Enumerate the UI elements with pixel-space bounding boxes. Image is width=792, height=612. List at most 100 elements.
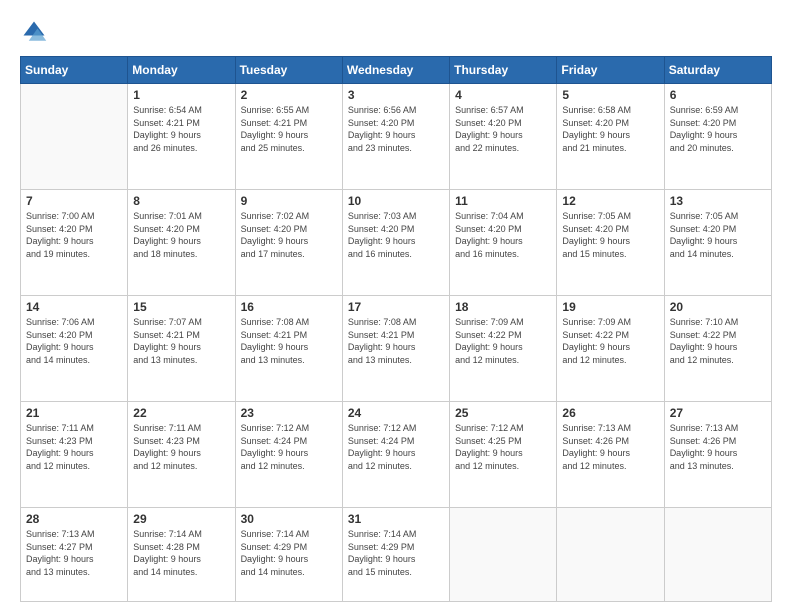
weekday-header-row: SundayMondayTuesdayWednesdayThursdayFrid… bbox=[21, 57, 772, 84]
calendar-cell: 19 Sunrise: 7:09 AM Sunset: 4:22 PM Dayli… bbox=[557, 296, 664, 402]
day-number: 5 bbox=[562, 88, 658, 102]
day-number: 16 bbox=[241, 300, 337, 314]
day-info: Sunrise: 7:01 AM Sunset: 4:20 PM Dayligh… bbox=[133, 210, 229, 260]
page: SundayMondayTuesdayWednesdayThursdayFrid… bbox=[0, 0, 792, 612]
day-number: 2 bbox=[241, 88, 337, 102]
day-number: 23 bbox=[241, 406, 337, 420]
day-info: Sunrise: 7:14 AM Sunset: 4:29 PM Dayligh… bbox=[241, 528, 337, 578]
calendar-cell bbox=[450, 508, 557, 602]
day-info: Sunrise: 7:12 AM Sunset: 4:25 PM Dayligh… bbox=[455, 422, 551, 472]
day-info: Sunrise: 6:56 AM Sunset: 4:20 PM Dayligh… bbox=[348, 104, 444, 154]
day-info: Sunrise: 6:55 AM Sunset: 4:21 PM Dayligh… bbox=[241, 104, 337, 154]
weekday-header-thursday: Thursday bbox=[450, 57, 557, 84]
day-info: Sunrise: 7:11 AM Sunset: 4:23 PM Dayligh… bbox=[26, 422, 122, 472]
calendar-cell: 17 Sunrise: 7:08 AM Sunset: 4:21 PM Dayli… bbox=[342, 296, 449, 402]
day-info: Sunrise: 6:59 AM Sunset: 4:20 PM Dayligh… bbox=[670, 104, 766, 154]
calendar-cell bbox=[557, 508, 664, 602]
day-number: 7 bbox=[26, 194, 122, 208]
calendar-cell: 11Sunrise: 7:04 AM Sunset: 4:20 PM Dayli… bbox=[450, 190, 557, 296]
calendar-cell: 30 Sunrise: 7:14 AM Sunset: 4:29 PM Dayli… bbox=[235, 508, 342, 602]
day-info: Sunrise: 7:13 AM Sunset: 4:26 PM Dayligh… bbox=[562, 422, 658, 472]
weekday-header-monday: Monday bbox=[128, 57, 235, 84]
calendar-cell: 28 Sunrise: 7:13 AM Sunset: 4:27 PM Dayli… bbox=[21, 508, 128, 602]
day-number: 8 bbox=[133, 194, 229, 208]
calendar-cell: 6Sunrise: 6:59 AM Sunset: 4:20 PM Daylig… bbox=[664, 84, 771, 190]
calendar-week-3: 14 Sunrise: 7:06 AM Sunset: 4:20 PM Dayli… bbox=[21, 296, 772, 402]
calendar-cell: 27Sunrise: 7:13 AM Sunset: 4:26 PM Dayli… bbox=[664, 402, 771, 508]
day-info: Sunrise: 7:12 AM Sunset: 4:24 PM Dayligh… bbox=[241, 422, 337, 472]
day-number: 28 bbox=[26, 512, 122, 526]
calendar-cell bbox=[664, 508, 771, 602]
day-info: Sunrise: 7:14 AM Sunset: 4:28 PM Dayligh… bbox=[133, 528, 229, 578]
calendar-cell: 29 Sunrise: 7:14 AM Sunset: 4:28 PM Dayli… bbox=[128, 508, 235, 602]
day-info: Sunrise: 7:12 AM Sunset: 4:24 PM Dayligh… bbox=[348, 422, 444, 472]
calendar-cell: 13 Sunrise: 7:05 AM Sunset: 4:20 PM Dayli… bbox=[664, 190, 771, 296]
day-info: Sunrise: 7:07 AM Sunset: 4:21 PM Dayligh… bbox=[133, 316, 229, 366]
day-info: Sunrise: 7:13 AM Sunset: 4:27 PM Dayligh… bbox=[26, 528, 122, 578]
logo-icon bbox=[20, 18, 48, 46]
day-info: Sunrise: 7:06 AM Sunset: 4:20 PM Dayligh… bbox=[26, 316, 122, 366]
calendar-cell: 12 Sunrise: 7:05 AM Sunset: 4:20 PM Dayli… bbox=[557, 190, 664, 296]
calendar-week-4: 21 Sunrise: 7:11 AM Sunset: 4:23 PM Dayli… bbox=[21, 402, 772, 508]
day-number: 12 bbox=[562, 194, 658, 208]
calendar-cell: 25 Sunrise: 7:12 AM Sunset: 4:25 PM Dayli… bbox=[450, 402, 557, 508]
day-info: Sunrise: 7:05 AM Sunset: 4:20 PM Dayligh… bbox=[670, 210, 766, 260]
day-number: 20 bbox=[670, 300, 766, 314]
day-info: Sunrise: 7:14 AM Sunset: 4:29 PM Dayligh… bbox=[348, 528, 444, 578]
calendar-cell: 26 Sunrise: 7:13 AM Sunset: 4:26 PM Dayli… bbox=[557, 402, 664, 508]
weekday-header-friday: Friday bbox=[557, 57, 664, 84]
calendar-cell: 22 Sunrise: 7:11 AM Sunset: 4:23 PM Dayli… bbox=[128, 402, 235, 508]
calendar-cell bbox=[21, 84, 128, 190]
calendar-week-2: 7 Sunrise: 7:00 AM Sunset: 4:20 PM Daylig… bbox=[21, 190, 772, 296]
day-info: Sunrise: 7:00 AM Sunset: 4:20 PM Dayligh… bbox=[26, 210, 122, 260]
calendar-cell: 14 Sunrise: 7:06 AM Sunset: 4:20 PM Dayli… bbox=[21, 296, 128, 402]
calendar-cell: 24 Sunrise: 7:12 AM Sunset: 4:24 PM Dayli… bbox=[342, 402, 449, 508]
header bbox=[20, 18, 772, 46]
calendar-week-1: 1Sunrise: 6:54 AM Sunset: 4:21 PM Daylig… bbox=[21, 84, 772, 190]
day-number: 15 bbox=[133, 300, 229, 314]
day-info: Sunrise: 7:11 AM Sunset: 4:23 PM Dayligh… bbox=[133, 422, 229, 472]
day-number: 24 bbox=[348, 406, 444, 420]
day-number: 25 bbox=[455, 406, 551, 420]
calendar-cell: 20 Sunrise: 7:10 AM Sunset: 4:22 PM Dayli… bbox=[664, 296, 771, 402]
weekday-header-saturday: Saturday bbox=[664, 57, 771, 84]
calendar-cell: 18Sunrise: 7:09 AM Sunset: 4:22 PM Dayli… bbox=[450, 296, 557, 402]
day-number: 3 bbox=[348, 88, 444, 102]
calendar-cell: 9Sunrise: 7:02 AM Sunset: 4:20 PM Daylig… bbox=[235, 190, 342, 296]
day-info: Sunrise: 7:04 AM Sunset: 4:20 PM Dayligh… bbox=[455, 210, 551, 260]
day-number: 4 bbox=[455, 88, 551, 102]
day-info: Sunrise: 7:08 AM Sunset: 4:21 PM Dayligh… bbox=[241, 316, 337, 366]
calendar-cell: 2 Sunrise: 6:55 AM Sunset: 4:21 PM Daylig… bbox=[235, 84, 342, 190]
day-info: Sunrise: 7:05 AM Sunset: 4:20 PM Dayligh… bbox=[562, 210, 658, 260]
calendar-cell: 23 Sunrise: 7:12 AM Sunset: 4:24 PM Dayli… bbox=[235, 402, 342, 508]
day-info: Sunrise: 6:58 AM Sunset: 4:20 PM Dayligh… bbox=[562, 104, 658, 154]
calendar-cell: 5 Sunrise: 6:58 AM Sunset: 4:20 PM Daylig… bbox=[557, 84, 664, 190]
day-number: 26 bbox=[562, 406, 658, 420]
weekday-header-sunday: Sunday bbox=[21, 57, 128, 84]
calendar-cell: 3 Sunrise: 6:56 AM Sunset: 4:20 PM Daylig… bbox=[342, 84, 449, 190]
weekday-header-tuesday: Tuesday bbox=[235, 57, 342, 84]
day-info: Sunrise: 7:13 AM Sunset: 4:26 PM Dayligh… bbox=[670, 422, 766, 472]
day-number: 19 bbox=[562, 300, 658, 314]
day-number: 14 bbox=[26, 300, 122, 314]
calendar-cell: 15 Sunrise: 7:07 AM Sunset: 4:21 PM Dayli… bbox=[128, 296, 235, 402]
day-number: 18 bbox=[455, 300, 551, 314]
calendar-cell: 4Sunrise: 6:57 AM Sunset: 4:20 PM Daylig… bbox=[450, 84, 557, 190]
day-number: 1 bbox=[133, 88, 229, 102]
day-number: 22 bbox=[133, 406, 229, 420]
day-number: 29 bbox=[133, 512, 229, 526]
calendar-table: SundayMondayTuesdayWednesdayThursdayFrid… bbox=[20, 56, 772, 602]
day-info: Sunrise: 7:10 AM Sunset: 4:22 PM Dayligh… bbox=[670, 316, 766, 366]
day-info: Sunrise: 7:09 AM Sunset: 4:22 PM Dayligh… bbox=[562, 316, 658, 366]
day-number: 21 bbox=[26, 406, 122, 420]
day-info: Sunrise: 7:08 AM Sunset: 4:21 PM Dayligh… bbox=[348, 316, 444, 366]
calendar-cell: 16 Sunrise: 7:08 AM Sunset: 4:21 PM Dayli… bbox=[235, 296, 342, 402]
calendar-cell: 21 Sunrise: 7:11 AM Sunset: 4:23 PM Dayli… bbox=[21, 402, 128, 508]
day-info: Sunrise: 7:03 AM Sunset: 4:20 PM Dayligh… bbox=[348, 210, 444, 260]
logo bbox=[20, 18, 52, 46]
day-number: 30 bbox=[241, 512, 337, 526]
calendar-cell: 1Sunrise: 6:54 AM Sunset: 4:21 PM Daylig… bbox=[128, 84, 235, 190]
day-number: 13 bbox=[670, 194, 766, 208]
day-number: 9 bbox=[241, 194, 337, 208]
day-number: 17 bbox=[348, 300, 444, 314]
